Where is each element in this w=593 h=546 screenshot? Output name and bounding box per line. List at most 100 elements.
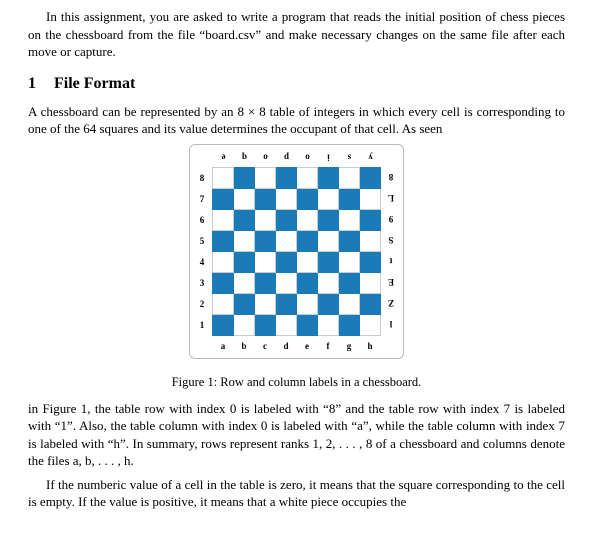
board-label: t	[381, 251, 402, 272]
paragraph-2: in Figure 1, the table row with index 0 …	[28, 400, 565, 470]
board-square	[318, 167, 339, 188]
board-label: 8	[381, 167, 402, 188]
board-square	[339, 209, 360, 230]
board-label: i	[318, 147, 339, 168]
board-square	[318, 293, 339, 314]
board-square	[234, 230, 255, 251]
board-label	[192, 335, 213, 356]
board-label: 4	[192, 251, 213, 272]
board-square	[297, 230, 318, 251]
board-label: g	[339, 335, 360, 356]
board-square	[234, 209, 255, 230]
board-square	[276, 230, 297, 251]
board-label: c	[255, 335, 276, 356]
board-square	[360, 272, 381, 293]
board-label: b	[234, 335, 255, 356]
figure-caption: Figure 1: Row and column labels in a che…	[28, 375, 565, 390]
board-square	[339, 293, 360, 314]
board-label	[381, 147, 402, 168]
board-square	[213, 293, 234, 314]
board-square	[213, 272, 234, 293]
chessboard-frame: eqopoisy887L695S4t3E2Z1labcdefgh	[189, 144, 404, 359]
board-square	[276, 167, 297, 188]
board-label: d	[276, 335, 297, 356]
board-square	[213, 167, 234, 188]
board-square	[255, 167, 276, 188]
board-square	[360, 230, 381, 251]
board-square	[297, 251, 318, 272]
board-square	[234, 251, 255, 272]
board-label: 3	[192, 272, 213, 293]
board-square	[297, 272, 318, 293]
board-square	[339, 167, 360, 188]
board-label: S	[381, 230, 402, 251]
board-square	[339, 188, 360, 209]
board-label: o	[297, 147, 318, 168]
board-square	[255, 209, 276, 230]
board-label: 5	[192, 230, 213, 251]
board-square	[339, 314, 360, 335]
document-page: In this assignment, you are asked to wri…	[0, 0, 593, 511]
board-square	[213, 230, 234, 251]
board-square	[297, 188, 318, 209]
paragraph-1: A chessboard can be represented by an 8 …	[28, 103, 565, 138]
board-square	[360, 209, 381, 230]
board-label: 2	[192, 293, 213, 314]
board-label: e	[213, 147, 234, 168]
section-title: File Format	[54, 75, 135, 92]
board-square	[318, 188, 339, 209]
board-square	[339, 230, 360, 251]
board-square	[255, 314, 276, 335]
board-label: 8	[192, 167, 213, 188]
board-square	[255, 251, 276, 272]
board-square	[276, 293, 297, 314]
board-square	[360, 167, 381, 188]
board-label: p	[276, 147, 297, 168]
board-label	[192, 147, 213, 168]
board-square	[234, 293, 255, 314]
board-square	[360, 314, 381, 335]
board-square	[297, 209, 318, 230]
board-square	[318, 251, 339, 272]
board-label: E	[381, 272, 402, 293]
board-square	[297, 314, 318, 335]
board-square	[276, 272, 297, 293]
board-label: 6	[192, 209, 213, 230]
board-square	[339, 251, 360, 272]
board-square	[234, 188, 255, 209]
board-square	[339, 272, 360, 293]
board-label: 1	[192, 314, 213, 335]
board-square	[255, 293, 276, 314]
board-label: q	[234, 147, 255, 168]
board-square	[318, 230, 339, 251]
section-number: 1	[28, 75, 50, 93]
board-square	[276, 188, 297, 209]
board-square	[213, 209, 234, 230]
board-label: s	[339, 147, 360, 168]
board-square	[255, 188, 276, 209]
board-label: f	[318, 335, 339, 356]
board-square	[318, 272, 339, 293]
board-square	[213, 251, 234, 272]
figure-chessboard: eqopoisy887L695S4t3E2Z1labcdefgh Figure …	[28, 144, 565, 390]
board-square	[318, 209, 339, 230]
board-label: L	[381, 188, 402, 209]
board-square	[360, 251, 381, 272]
board-square	[213, 188, 234, 209]
board-square	[213, 314, 234, 335]
paragraph-3: If the numberic value of a cell in the t…	[28, 476, 565, 511]
section-heading: 1 File Format	[28, 75, 565, 93]
board-square	[297, 293, 318, 314]
board-label: l	[381, 314, 402, 335]
board-square	[276, 251, 297, 272]
board-label: 9	[381, 209, 402, 230]
board-label: o	[255, 147, 276, 168]
board-label: a	[213, 335, 234, 356]
board-square	[318, 314, 339, 335]
board-square	[276, 314, 297, 335]
board-label: y	[360, 147, 381, 168]
board-square	[255, 230, 276, 251]
board-square	[255, 272, 276, 293]
intro-paragraph: In this assignment, you are asked to wri…	[28, 8, 565, 61]
board-label: Z	[381, 293, 402, 314]
